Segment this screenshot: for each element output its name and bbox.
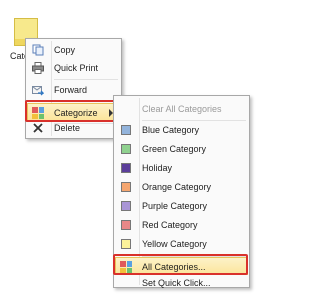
menu-divider [54,79,118,80]
category-label: Holiday [142,163,173,173]
categorize-highlight-box [25,100,121,122]
menu-item-set-quick-click[interactable]: Set Quick Click... [116,274,247,292]
screenshot-stage: Cate Copy Quick Print Forward Categorize… [0,0,270,300]
category-label: Yellow Category [142,239,207,249]
copy-icon [32,44,44,56]
all-categories-highlight-box [113,254,248,275]
menu-item-copy[interactable]: Copy [28,41,119,59]
context-menu: Copy Quick Print Forward Categorize Dele… [25,38,122,139]
menu-item-label: Quick Print [54,63,99,73]
category-label: Purple Category [142,201,208,211]
category-item-yellow[interactable]: Yellow Category [116,235,247,253]
forward-icon [32,84,44,96]
red-category-swatch-icon [120,219,132,231]
yellow-category-swatch-icon [120,238,132,250]
green-category-swatch-icon [120,143,132,155]
holiday-category-swatch-icon [120,162,132,174]
category-item-purple[interactable]: Purple Category [116,197,247,215]
menu-item-label: Copy [54,45,76,55]
menu-item-label: Clear All Categories [142,104,222,114]
category-item-orange[interactable]: Orange Category [116,178,247,196]
category-item-green[interactable]: Green Category [116,140,247,158]
menu-item-label: Forward [54,85,88,95]
orange-category-swatch-icon [120,181,132,193]
category-item-red[interactable]: Red Category [116,216,247,234]
category-item-blue[interactable]: Blue Category [116,121,247,139]
menu-item-clear-all-categories: Clear All Categories [116,100,247,118]
menu-item-label: Set Quick Click... [142,278,211,288]
delete-icon [32,122,44,134]
category-label: Orange Category [142,182,212,192]
category-label: Red Category [142,220,198,230]
purple-category-swatch-icon [120,200,132,212]
category-label: Green Category [142,144,207,154]
menu-item-quick-print[interactable]: Quick Print [28,59,119,77]
menu-item-label: Delete [54,123,81,133]
category-item-holiday[interactable]: Holiday [116,159,247,177]
printer-icon [32,62,44,74]
blue-category-swatch-icon [120,124,132,136]
menu-item-forward[interactable]: Forward [28,81,119,99]
category-label: Blue Category [142,125,200,135]
